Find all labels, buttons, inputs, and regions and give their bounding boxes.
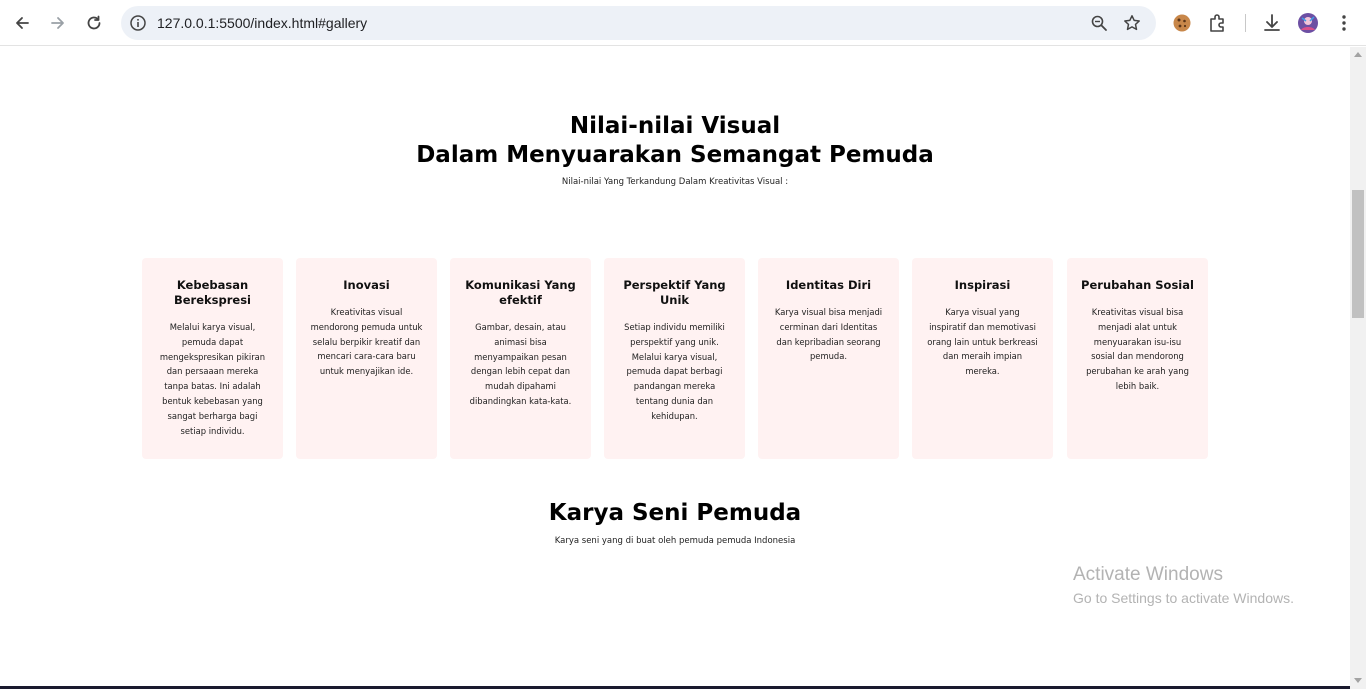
scroll-up-arrow-icon[interactable] bbox=[1354, 52, 1362, 57]
toolbar-divider bbox=[1245, 14, 1246, 32]
card-title: Identitas Diri bbox=[785, 278, 872, 292]
extensions-puzzle-icon[interactable] bbox=[1207, 12, 1229, 34]
download-icon[interactable] bbox=[1261, 12, 1283, 34]
values-subtitle: Nilai-nilai Yang Terkandung Dalam Kreati… bbox=[561, 177, 789, 187]
browser-toolbar: 127.0.0.1:5500/index.html#gallery bbox=[0, 0, 1366, 46]
bookmark-star-icon[interactable] bbox=[1123, 14, 1141, 32]
values-title-line2: Dalam Menyuarakan Semangat Pemuda bbox=[416, 142, 934, 168]
zoom-icon[interactable] bbox=[1090, 14, 1108, 32]
gallery-subtitle: Karya seni yang di buat oleh pemuda pemu… bbox=[554, 536, 796, 546]
values-card-grid: Kebebasan Berekspresi Melalui karya visu… bbox=[142, 258, 1212, 459]
forward-icon[interactable] bbox=[46, 11, 70, 35]
values-title-line1: Nilai-nilai Visual bbox=[569, 113, 781, 139]
site-info-icon[interactable] bbox=[129, 14, 147, 32]
value-card: Identitas Diri Karya visual bisa menjadi… bbox=[758, 258, 899, 459]
activate-windows-title: Activate Windows bbox=[1073, 564, 1223, 585]
menu-kebab-icon[interactable] bbox=[1333, 12, 1355, 34]
card-text: Karya visual bisa menjadi cerminan dari … bbox=[774, 307, 883, 362]
scrollbar-thumb[interactable] bbox=[1352, 190, 1364, 318]
gallery-title: Karya Seni Pemuda bbox=[548, 500, 802, 526]
card-title: Inspirasi bbox=[954, 278, 1011, 292]
card-title: Inovasi bbox=[343, 278, 390, 292]
card-text: Setiap individu memiliki perspektif yang… bbox=[624, 322, 725, 421]
address-bar[interactable]: 127.0.0.1:5500/index.html#gallery bbox=[121, 6, 1156, 40]
cookie-extension-icon[interactable] bbox=[1171, 12, 1193, 34]
value-card: Perubahan Sosial Kreativitas visual bisa… bbox=[1067, 258, 1208, 459]
profile-avatar[interactable] bbox=[1297, 12, 1319, 34]
card-title: Kebebasan Berekspresi bbox=[173, 278, 252, 307]
card-text: Melalui karya visual, pemuda dapat menge… bbox=[159, 322, 266, 436]
card-title: Perspektif Yang Unik bbox=[623, 278, 726, 307]
activate-windows-hint: Go to Settings to activate Windows. bbox=[1073, 590, 1294, 606]
value-card: Perspektif Yang Unik Setiap individu mem… bbox=[604, 258, 745, 459]
card-text: Gambar, desain, atau animasi bisa menyam… bbox=[469, 322, 572, 406]
card-text: Kreativitas visual bisa menjadi alat unt… bbox=[1086, 307, 1189, 391]
card-text: Kreativitas visual mendorong pemuda untu… bbox=[310, 307, 423, 377]
page-scrollbar[interactable] bbox=[1350, 47, 1366, 689]
scroll-down-arrow-icon[interactable] bbox=[1354, 678, 1362, 683]
url-text[interactable]: 127.0.0.1:5500/index.html#gallery bbox=[157, 15, 367, 31]
value-card: Inovasi Kreativitas visual mendorong pem… bbox=[296, 258, 437, 459]
card-title: Komunikasi Yang efektif bbox=[465, 278, 576, 307]
value-card: Inspirasi Karya visual yang inspiratif d… bbox=[912, 258, 1053, 459]
value-card: Komunikasi Yang efektif Gambar, desain, … bbox=[450, 258, 591, 459]
value-card: Kebebasan Berekspresi Melalui karya visu… bbox=[142, 258, 283, 459]
reload-icon[interactable] bbox=[82, 11, 106, 35]
card-title: Perubahan Sosial bbox=[1081, 278, 1194, 292]
card-text: Karya visual yang inspiratif dan memotiv… bbox=[927, 307, 1038, 377]
back-icon[interactable] bbox=[10, 11, 34, 35]
